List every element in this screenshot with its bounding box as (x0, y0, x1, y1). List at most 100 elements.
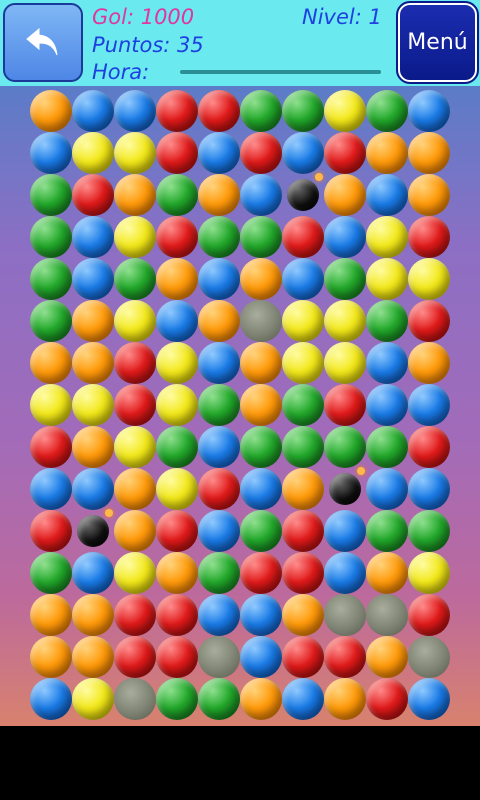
board-cell[interactable] (324, 174, 366, 216)
board-cell[interactable] (240, 216, 282, 258)
board-cell[interactable] (324, 216, 366, 258)
board-cell[interactable] (72, 342, 114, 384)
board-cell[interactable] (282, 594, 324, 636)
board-cell[interactable] (198, 342, 240, 384)
board-cell[interactable] (198, 636, 240, 678)
menu-button[interactable]: Menú (396, 1, 479, 84)
board-cell[interactable] (198, 468, 240, 510)
board-cell[interactable] (30, 678, 72, 720)
board-cell[interactable] (156, 468, 198, 510)
board-cell[interactable] (198, 216, 240, 258)
board-cell[interactable] (198, 300, 240, 342)
board-cell[interactable] (30, 468, 72, 510)
board-cell[interactable] (156, 342, 198, 384)
board-cell[interactable] (72, 216, 114, 258)
board-cell[interactable] (72, 426, 114, 468)
board-cell[interactable] (324, 258, 366, 300)
board-cell[interactable] (408, 426, 450, 468)
board-cell[interactable] (114, 174, 156, 216)
board-cell[interactable] (30, 216, 72, 258)
board-cell[interactable] (324, 594, 366, 636)
board-cell[interactable] (282, 468, 324, 510)
board-cell[interactable] (282, 342, 324, 384)
board-cell[interactable] (240, 552, 282, 594)
board-cell[interactable] (114, 342, 156, 384)
board-cell[interactable] (72, 552, 114, 594)
board-cell[interactable] (366, 216, 408, 258)
board-cell[interactable] (282, 173, 324, 216)
board-cell[interactable] (408, 384, 450, 426)
board-cell[interactable] (30, 342, 72, 384)
board-cell[interactable] (408, 216, 450, 258)
board-cell[interactable] (72, 509, 114, 552)
board-cell[interactable] (156, 258, 198, 300)
board-cell[interactable] (198, 552, 240, 594)
board-cell[interactable] (408, 510, 450, 552)
board-cell[interactable] (282, 384, 324, 426)
board-cell[interactable] (114, 426, 156, 468)
board-cell[interactable] (114, 678, 156, 720)
board-cell[interactable] (30, 510, 72, 552)
board-cell[interactable] (198, 174, 240, 216)
board-cell[interactable] (240, 342, 282, 384)
board-cell[interactable] (240, 636, 282, 678)
board-cell[interactable] (198, 90, 240, 132)
board-cell[interactable] (408, 678, 450, 720)
board-cell[interactable] (408, 552, 450, 594)
board-cell[interactable] (240, 384, 282, 426)
board-cell[interactable] (282, 90, 324, 132)
board-cell[interactable] (72, 132, 114, 174)
board-cell[interactable] (282, 426, 324, 468)
board-cell[interactable] (408, 594, 450, 636)
board-cell[interactable] (30, 594, 72, 636)
board-cell[interactable] (366, 90, 408, 132)
board-cell[interactable] (408, 468, 450, 510)
board-cell[interactable] (156, 174, 198, 216)
board-cell[interactable] (366, 426, 408, 468)
board-cell[interactable] (240, 594, 282, 636)
board-cell[interactable] (408, 90, 450, 132)
board-cell[interactable] (114, 258, 156, 300)
board-cell[interactable] (30, 90, 72, 132)
board-cell[interactable] (156, 384, 198, 426)
board-cell[interactable] (114, 468, 156, 510)
board-cell[interactable] (408, 258, 450, 300)
board-cell[interactable] (408, 300, 450, 342)
board-cell[interactable] (114, 216, 156, 258)
board-cell[interactable] (114, 636, 156, 678)
board-cell[interactable] (324, 300, 366, 342)
board-cell[interactable] (156, 90, 198, 132)
board-cell[interactable] (366, 132, 408, 174)
board-cell[interactable] (324, 426, 366, 468)
board-cell[interactable] (240, 426, 282, 468)
board-cell[interactable] (282, 300, 324, 342)
board-cell[interactable] (282, 678, 324, 720)
board-cell[interactable] (324, 678, 366, 720)
board-cell[interactable] (156, 300, 198, 342)
board-cell[interactable] (324, 132, 366, 174)
board-cell[interactable] (30, 636, 72, 678)
back-button[interactable] (3, 3, 83, 82)
board-cell[interactable] (114, 510, 156, 552)
board-cell[interactable] (72, 636, 114, 678)
board-cell[interactable] (366, 678, 408, 720)
board-cell[interactable] (72, 300, 114, 342)
board-cell[interactable] (30, 426, 72, 468)
board-cell[interactable] (72, 594, 114, 636)
board-cell[interactable] (366, 594, 408, 636)
board-cell[interactable] (408, 132, 450, 174)
board-cell[interactable] (198, 132, 240, 174)
board-cell[interactable] (366, 552, 408, 594)
board-cell[interactable] (198, 426, 240, 468)
board-cell[interactable] (324, 342, 366, 384)
board-cell[interactable] (408, 342, 450, 384)
board-cell[interactable] (72, 468, 114, 510)
board-cell[interactable] (240, 300, 282, 342)
board-cell[interactable] (324, 467, 366, 510)
board-cell[interactable] (366, 468, 408, 510)
board-cell[interactable] (366, 342, 408, 384)
board-cell[interactable] (198, 678, 240, 720)
board-cell[interactable] (366, 510, 408, 552)
board-cell[interactable] (198, 258, 240, 300)
board-cell[interactable] (282, 636, 324, 678)
